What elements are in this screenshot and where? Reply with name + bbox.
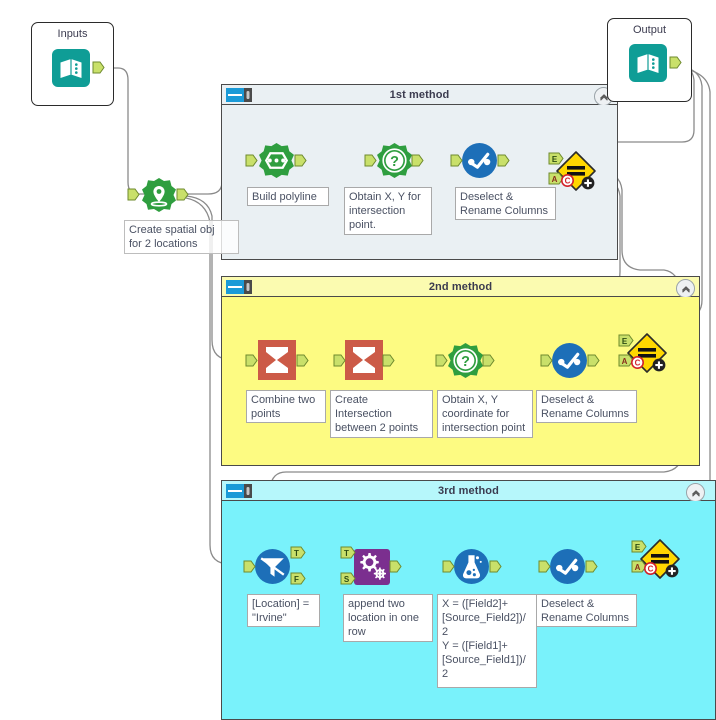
m3-append-output-anchor[interactable] [389, 560, 402, 573]
m2-spatialinfo-output-anchor[interactable] [482, 354, 495, 367]
select-icon-m2[interactable] [551, 342, 588, 379]
summarize-icon-1[interactable] [257, 339, 297, 381]
plus-badge[interactable] [581, 176, 595, 193]
macro-book-icon-inputs[interactable] [51, 48, 91, 88]
m2-spatialinfo-input-anchor[interactable] [435, 354, 448, 367]
container-tool-icon [226, 484, 252, 498]
m2-summarize2-output-anchor[interactable] [382, 354, 395, 367]
svg-text:?: ? [461, 354, 470, 370]
filter-icon[interactable] [254, 548, 291, 585]
container-collapse-button[interactable] [686, 483, 705, 502]
container-title: 1st method [389, 88, 450, 101]
m1-select-input-anchor[interactable] [450, 154, 463, 167]
m3-formula-input-anchor[interactable] [442, 560, 455, 573]
container-header[interactable]: 2nd method [222, 277, 699, 298]
formula-icon[interactable] [453, 548, 490, 585]
annotation-m2-select: Deselect & Rename Columns [536, 390, 637, 423]
chevron-up-icon [691, 489, 700, 497]
warning-c-badge-m2[interactable]: C [631, 356, 644, 372]
spatial-input-anchor[interactable] [127, 188, 140, 201]
m2-join-input-e[interactable]: E [618, 334, 635, 347]
svg-text:F: F [294, 575, 299, 584]
svg-text:T: T [344, 549, 349, 558]
warning-c-badge-m3[interactable]: C [644, 562, 657, 578]
svg-text:?: ? [390, 154, 399, 170]
m3-filter-output-t[interactable]: T [290, 546, 307, 559]
m1-join-input-e[interactable]: E [548, 152, 565, 165]
svg-text:E: E [635, 543, 641, 552]
output-output-anchor[interactable] [669, 56, 682, 69]
container-title: 3rd method [438, 484, 499, 497]
m1-spatialinfo-input-anchor[interactable] [364, 154, 377, 167]
m2-summarize2-input-anchor[interactable] [333, 354, 346, 367]
spatial-info-icon-m2[interactable]: ? [447, 342, 484, 379]
svg-text:C: C [648, 565, 654, 574]
select-icon[interactable] [461, 142, 498, 179]
svg-text:S: S [344, 575, 350, 584]
output-container-title: Output [632, 24, 667, 36]
poly-build-icon[interactable] [258, 142, 295, 179]
m3-formula-output-anchor[interactable] [489, 560, 502, 573]
svg-text:C: C [565, 177, 571, 186]
container-body [222, 297, 699, 465]
annotation-m2-summarize2: Create Intersection between 2 points [330, 390, 433, 438]
annotation-m3-select: Deselect & Rename Columns [536, 594, 637, 627]
m2-select-input-anchor[interactable] [540, 354, 553, 367]
annotation-m1-spatialinfo: Obtain X, Y for intersection point. [344, 187, 432, 235]
spatial-output-anchor[interactable] [176, 188, 189, 201]
svg-text:E: E [552, 155, 558, 164]
m3-join-input-e[interactable]: E [631, 540, 648, 553]
annotation-m2-spatialinfo: Obtain X, Y coordinate for intersection … [437, 390, 533, 438]
workflow-canvas[interactable]: 1st method 2nd method 3rd method Inputs … [0, 0, 716, 720]
chevron-up-icon [681, 285, 690, 293]
annotation-m1-select: Deselect & Rename Columns [455, 187, 556, 220]
annotation-m1-polybuild: Build polyline [247, 187, 329, 206]
m3-select-input-anchor[interactable] [538, 560, 551, 573]
svg-text:A: A [552, 175, 558, 184]
container-tool-icon [226, 280, 252, 294]
m2-select-output-anchor[interactable] [587, 354, 600, 367]
m1-spatialinfo-output-anchor[interactable] [411, 154, 424, 167]
append-fields-icon[interactable] [353, 548, 391, 586]
select-icon-m3[interactable] [549, 548, 586, 585]
annotation-m3-append: append two location in one row [343, 594, 433, 642]
annotation-create-spatial: Create spatial obj for 2 locations [124, 220, 239, 254]
svg-text:E: E [622, 337, 628, 346]
warning-c-badge[interactable]: C [561, 174, 574, 190]
container-title: 2nd method [428, 280, 493, 293]
m3-append-input-t[interactable]: T [340, 546, 357, 559]
annotation-m3-filter: [Location] = "Irvine" [247, 594, 320, 627]
plus-badge-m2[interactable] [652, 358, 666, 375]
inputs-output-anchor[interactable] [92, 61, 105, 74]
annotation-m2-summarize1: Combine two points [246, 390, 326, 423]
m3-append-input-s[interactable]: S [340, 572, 357, 585]
m1-polybuild-input-anchor[interactable] [245, 154, 258, 167]
macro-book-icon-output[interactable] [628, 43, 668, 83]
container-tool-icon [226, 88, 252, 102]
container-header[interactable]: 1st method [222, 85, 617, 106]
container-collapse-button[interactable] [676, 279, 695, 298]
svg-text:A: A [622, 357, 628, 366]
m1-select-output-anchor[interactable] [497, 154, 510, 167]
m3-select-output-anchor[interactable] [585, 560, 598, 573]
summarize-icon-2[interactable] [344, 339, 384, 381]
m3-filter-output-f[interactable]: F [290, 572, 307, 585]
spatial-info-icon[interactable]: ? [376, 142, 413, 179]
inputs-container-title: Inputs [57, 28, 88, 40]
svg-text:C: C [635, 359, 641, 368]
m2-summarize1-output-anchor[interactable] [296, 354, 309, 367]
plus-badge-m3[interactable] [665, 564, 679, 581]
svg-text:A: A [635, 563, 641, 572]
svg-text:T: T [294, 549, 299, 558]
container-header[interactable]: 3rd method [222, 481, 715, 502]
m2-summarize1-input-anchor[interactable] [245, 354, 258, 367]
m3-filter-input-anchor[interactable] [243, 560, 256, 573]
annotation-m3-formula: X = ([Field2]+ [Source_Field2])/ 2 Y = (… [437, 594, 537, 688]
create-points-icon[interactable] [141, 177, 177, 213]
m1-polybuild-output-anchor[interactable] [294, 154, 307, 167]
